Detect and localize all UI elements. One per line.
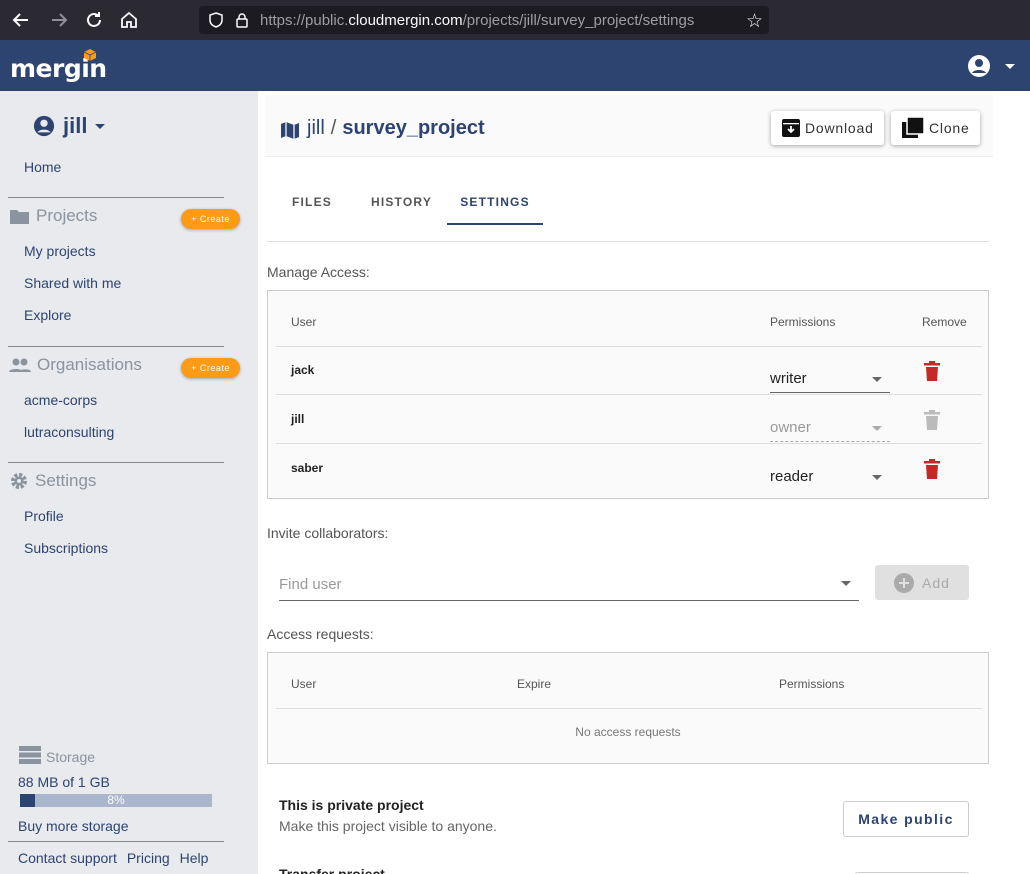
account-caret-icon[interactable] xyxy=(1005,64,1015,69)
chevron-down-icon xyxy=(872,426,882,431)
divider xyxy=(8,841,224,842)
add-collaborator-button[interactable]: Add xyxy=(875,565,969,600)
permission-select[interactable]: reader xyxy=(770,465,890,491)
project-tabs: FILES HISTORY SETTINGS xyxy=(267,180,989,242)
chevron-down-icon xyxy=(841,581,851,586)
sidebar-item-shared-with-me[interactable]: Shared with me xyxy=(24,275,121,291)
divider xyxy=(276,394,982,395)
trash-icon-disabled xyxy=(924,410,940,430)
sidebar-item-explore[interactable]: Explore xyxy=(24,307,71,323)
address-bar[interactable]: https://public.cloudmergin.com/projects/… xyxy=(199,6,769,34)
find-user-select[interactable] xyxy=(279,570,859,601)
sidebar-item-profile[interactable]: Profile xyxy=(24,508,64,524)
shield-icon[interactable] xyxy=(207,11,225,29)
account-icon[interactable] xyxy=(967,54,991,78)
make-public-button[interactable]: Make public xyxy=(843,801,969,837)
bookmark-star-icon[interactable]: ☆ xyxy=(746,10,763,33)
col-permissions: Permissions xyxy=(779,677,845,691)
chevron-down-icon xyxy=(95,123,106,129)
lock-icon[interactable] xyxy=(233,11,251,29)
clone-button[interactable]: Clone xyxy=(891,111,980,145)
sidebar-item-my-projects[interactable]: My projects xyxy=(24,243,96,259)
find-user-input[interactable] xyxy=(279,570,819,598)
empty-state-text: No access requests xyxy=(575,725,681,739)
col-remove: Remove xyxy=(922,315,967,329)
col-permissions: Permissions xyxy=(770,315,836,329)
people-icon xyxy=(9,358,31,372)
tab-history[interactable]: HISTORY xyxy=(365,180,438,225)
table-row-user: jill xyxy=(291,412,305,426)
tab-files[interactable]: FILES xyxy=(279,180,345,225)
access-requests-label: Access requests: xyxy=(267,626,374,642)
storage-label: Storage xyxy=(46,749,96,765)
back-arrow-icon[interactable] xyxy=(9,8,33,32)
transfer-title: Transfer project xyxy=(279,866,385,874)
storage-used: 88 MB of 1 GB xyxy=(18,774,110,790)
divider xyxy=(8,462,224,463)
chevron-down-icon xyxy=(872,377,882,382)
sidebar-item-home[interactable]: Home xyxy=(24,159,61,175)
divider xyxy=(276,708,982,709)
privacy-title: This is private project xyxy=(279,797,424,813)
reload-icon[interactable] xyxy=(82,8,106,32)
access-requests-table: User Expire Permissions No access reques… xyxy=(267,652,989,764)
buy-more-storage-link[interactable]: Buy more storage xyxy=(18,818,129,834)
permission-select-disabled: owner xyxy=(770,416,890,442)
divider xyxy=(276,443,982,444)
gear-icon xyxy=(11,473,27,489)
trash-icon[interactable] xyxy=(923,361,941,381)
trash-icon[interactable] xyxy=(923,459,941,479)
organisations-section: Organisations xyxy=(9,354,142,376)
sidebar-item-acme-corps[interactable]: acme-corps xyxy=(24,392,97,408)
pricing-link[interactable]: Pricing xyxy=(127,850,170,866)
divider xyxy=(276,346,982,347)
plus-circle-icon xyxy=(894,572,915,593)
storage-progress-bar: 8% xyxy=(20,794,212,807)
user-name: jill xyxy=(63,113,88,138)
logo-cube-icon xyxy=(83,49,97,61)
sidebar-item-subscriptions[interactable]: Subscriptions xyxy=(24,540,108,556)
storage-percent: 8% xyxy=(107,793,125,807)
folder-icon xyxy=(10,210,29,224)
divider xyxy=(8,197,224,198)
table-row-user: saber xyxy=(291,461,324,475)
clone-icon xyxy=(902,116,925,138)
invite-collaborators-label: Invite collaborators: xyxy=(267,525,389,541)
user-avatar-icon xyxy=(33,115,55,137)
sidebar-item-lutraconsulting[interactable]: lutraconsulting xyxy=(24,424,114,440)
project-name: survey_project xyxy=(342,117,485,139)
create-project-button[interactable]: + Create xyxy=(181,209,240,229)
help-link[interactable]: Help xyxy=(180,850,209,866)
storage-icon xyxy=(19,746,41,764)
user-menu[interactable]: jill xyxy=(33,113,106,139)
home-icon[interactable] xyxy=(117,8,141,32)
archive-download-icon xyxy=(782,119,800,137)
manage-access-label: Manage Access: xyxy=(267,264,370,280)
projects-section: Projects xyxy=(9,205,97,227)
project-header: jill / survey_project Download Clone xyxy=(265,95,993,157)
browser-toolbar: https://public.cloudmergin.com/projects/… xyxy=(0,0,1030,40)
footer-links: Contact support Pricing Help xyxy=(18,850,208,866)
col-expire: Expire xyxy=(517,677,552,691)
map-icon xyxy=(281,122,299,139)
chevron-down-icon xyxy=(872,475,882,480)
project-title: jill / survey_project xyxy=(307,117,485,139)
settings-section: Settings xyxy=(9,470,96,492)
sidebar: jill Home Projects + Create My projects … xyxy=(0,91,258,874)
contact-support-link[interactable]: Contact support xyxy=(18,850,117,866)
forward-arrow-icon[interactable] xyxy=(47,8,71,32)
create-organisation-button[interactable]: + Create xyxy=(181,358,240,378)
download-button[interactable]: Download xyxy=(771,111,884,145)
table-row-user: jack xyxy=(291,363,315,377)
col-user: User xyxy=(291,315,317,329)
url-text: https://public.cloudmergin.com/projects/… xyxy=(260,12,695,29)
app-header: mergin xyxy=(0,40,1030,91)
col-user: User xyxy=(291,677,317,691)
tab-settings[interactable]: SETTINGS xyxy=(447,180,543,225)
manage-access-table: User Permissions Remove jack writer jill… xyxy=(267,290,989,499)
permission-select[interactable]: writer xyxy=(770,367,890,393)
project-owner-link[interactable]: jill xyxy=(307,117,325,139)
privacy-subtitle: Make this project visible to anyone. xyxy=(279,818,497,834)
divider xyxy=(8,346,224,347)
